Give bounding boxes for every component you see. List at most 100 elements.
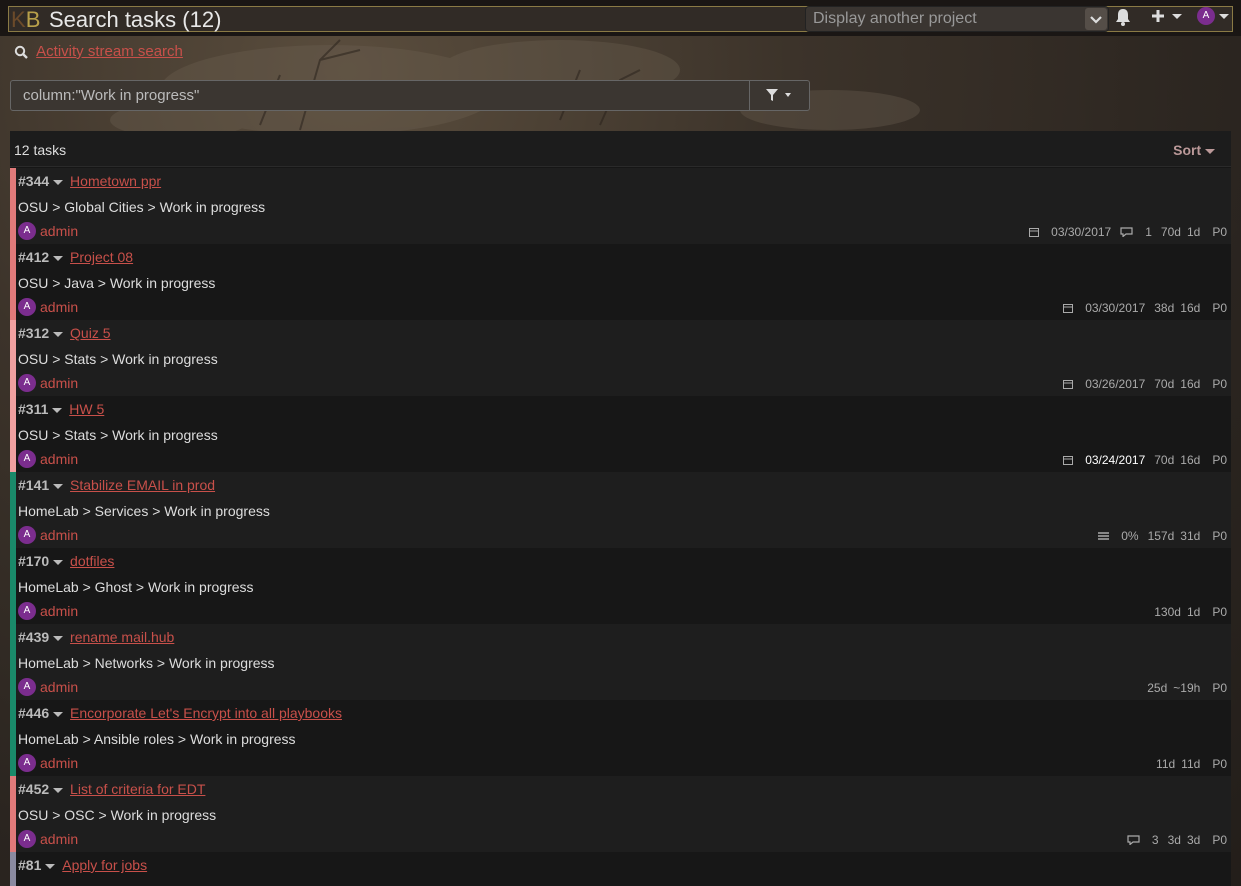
task-title-line: #141 Stabilize EMAIL in prod [18,477,215,493]
task-list-header: 12 tasks Sort [10,131,1231,167]
task-path: HomeLab > Ansible roles > Work in progre… [18,731,296,747]
task-assignee[interactable]: Aadmin [18,678,79,697]
due-date-text: 03/30/2017 [1085,301,1146,315]
assignee-name: admin [40,679,79,696]
task-title-link[interactable]: Stabilize EMAIL in prod [70,477,215,493]
task-id-dropdown[interactable]: #452 [18,781,64,797]
time-in-column: 1d [1186,605,1201,619]
due-date: 03/30/2017 [1063,301,1145,315]
avatar: A [18,678,36,697]
task-assignee[interactable]: Aadmin [18,526,79,545]
task-id: #344 [18,173,50,189]
task-id: #170 [18,553,50,569]
task-assignee[interactable]: Aadmin [18,222,78,241]
due-date: 03/30/2017 [1029,225,1111,239]
user-menu-button[interactable]: A [1197,7,1229,26]
task-path: OSU > Global Cities > Work in progress [18,199,266,215]
caret-down-icon [53,787,64,793]
header-bar: KB Search tasks (12) Display another pro… [8,6,1233,32]
assignee-name: admin [40,831,79,848]
sort-dropdown[interactable]: Sort [1173,142,1215,158]
avatar: A [1197,7,1215,26]
task-meta: 11d 11d P0 [1147,757,1227,771]
task-assignee[interactable]: Aadmin [18,450,78,469]
activity-stream-link[interactable]: Activity stream search [36,43,183,60]
task-id-dropdown[interactable]: #312 [18,325,64,341]
progress-text: 0% [1121,529,1139,543]
task-id-dropdown[interactable]: #344 [18,173,64,189]
due-date-text: 03/26/2017 [1085,377,1146,391]
task-assignee[interactable]: Aadmin [18,602,78,621]
task-title-link[interactable]: Quiz 5 [70,325,110,341]
task-row: #312 Quiz 5 OSU > Stats > Work in progres… [10,320,1231,396]
task-assignee[interactable]: Aadmin [18,374,78,393]
task-id-dropdown[interactable]: #412 [18,249,64,265]
task-title-link[interactable]: Encorporate Let's Encrypt into all playb… [70,705,342,721]
task-id-dropdown[interactable]: #170 [18,553,64,569]
task-meta: 03/30/2017 38d 16d P0 [1054,301,1227,315]
task-title-link[interactable]: Project 08 [70,249,133,265]
avatar: A [18,830,36,849]
task-row: #344 Hometown ppr OSU > Global Cities > W… [10,168,1231,244]
time-in-column: 31d [1180,529,1201,543]
task-assignee[interactable]: Aadmin [18,298,78,317]
comments-count[interactable]: 1 [1120,225,1152,239]
task-path: OSU > Stats > Work in progress [18,427,218,443]
task-title-line: #412 Project 08 [18,249,133,265]
task-title-link[interactable]: dotfiles [70,553,114,569]
kanboard-logo[interactable]: KB [11,7,40,33]
task-id: #439 [18,629,50,645]
task-title-link[interactable]: HW 5 [69,401,104,417]
task-title-line: #311 HW 5 [18,401,104,417]
search-input[interactable]: column:"Work in progress" [23,87,199,104]
task-id-dropdown[interactable]: #439 [18,629,64,645]
assignee-name: admin [40,527,79,544]
task-id-dropdown[interactable]: #81 [18,857,56,873]
caret-down-icon [1171,13,1182,19]
time-in-column: 16d [1180,377,1201,391]
task-assignee[interactable]: Aadmin [18,754,78,773]
task-id-dropdown[interactable]: #141 [18,477,64,493]
task-row: #412 Project 08 OSU > Java > Work in prog… [10,244,1231,320]
task-title-line: #446 Encorporate Let's Encrypt into all … [18,705,342,721]
chevron-down-icon[interactable] [1085,8,1107,30]
filter-icon [766,89,778,101]
task-row: #170 dotfiles HomeLab > Ghost > Work in p… [10,548,1231,624]
task-title-link[interactable]: Hometown ppr [70,173,161,189]
caret-down-icon [53,179,64,185]
task-title-line: #344 Hometown ppr [18,173,161,189]
plus-icon [1152,10,1164,23]
task-title-line: #312 Quiz 5 [18,325,111,341]
task-meta: 25d ~19h P0 [1138,681,1227,695]
task-meta: 03/30/2017 1 70d 1d P0 [1020,225,1227,239]
task-id-dropdown[interactable]: #311 [18,401,63,417]
bell-icon[interactable] [1115,8,1131,29]
project-select[interactable]: Display another project [805,6,1109,32]
due-date-text: 03/30/2017 [1051,225,1112,239]
task-title-link[interactable]: Apply for jobs [62,857,147,873]
task-title-line: #439 rename mail.hub [18,629,174,645]
task-title-link[interactable]: List of criteria for EDT [70,781,205,797]
caret-down-icon [53,255,64,261]
task-age: 25d [1147,681,1168,695]
task-title-link[interactable]: rename mail.hub [70,629,174,645]
task-list-panel: 12 tasks Sort #344 Hometown ppr OSU > Glo… [10,131,1231,886]
task-title-line: #170 dotfiles [18,553,114,569]
task-assignee[interactable]: Aadmin [18,830,79,849]
priority-badge: P0 [1212,757,1227,771]
task-title-line: #81 Apply for jobs [18,857,147,873]
time-in-column: 16d [1180,301,1201,315]
filter-dropdown-button[interactable] [749,81,810,110]
task-id: #446 [18,705,50,721]
add-menu-button[interactable] [1151,7,1182,23]
activity-stream-search: Activity stream search [14,43,183,60]
task-id: #311 [18,401,49,417]
time-in-column: 16d [1180,453,1201,467]
caret-down-icon [45,863,56,869]
comments-count[interactable]: 3 [1127,833,1159,847]
task-id-dropdown[interactable]: #446 [18,705,64,721]
avatar: A [18,450,36,469]
priority-badge: P0 [1212,225,1227,239]
priority-badge: P0 [1212,529,1227,543]
avatar: A [18,602,36,621]
